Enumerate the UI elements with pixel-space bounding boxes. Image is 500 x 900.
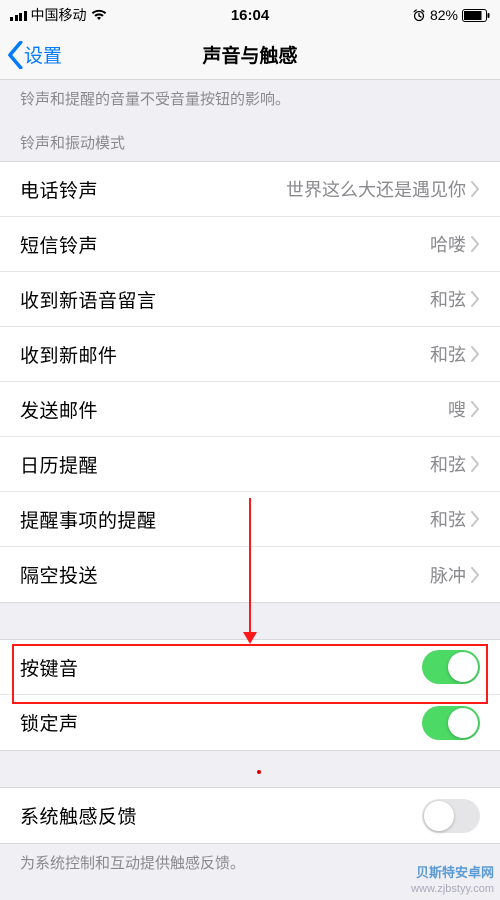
chevron-right-icon [470,511,480,527]
toggle-system-haptics[interactable] [422,799,480,833]
settings-row[interactable]: 短信铃声 哈喽 [0,217,500,272]
row-keyboard-clicks[interactable]: 按键音 [0,640,500,695]
sound-toggle-group: 按键音 锁定声 [0,639,500,751]
settings-row[interactable]: 提醒事项的提醒 和弦 [0,492,500,547]
haptics-group: 系统触感反馈 [0,787,500,844]
chevron-right-icon [470,181,480,197]
row-value: 和弦 [430,341,480,367]
ringtone-group: 电话铃声世界这么大还是遇见你短信铃声哈喽收到新语音留言和弦收到新邮件和弦发送邮件… [0,161,500,603]
settings-row[interactable]: 隔空投送 脉冲 [0,547,500,602]
signal-icon [10,10,27,21]
chevron-right-icon [470,291,480,307]
battery-icon [462,9,490,22]
settings-row[interactable]: 收到新语音留言 和弦 [0,272,500,327]
row-label: 锁定声 [20,709,79,736]
back-label: 设置 [24,41,62,68]
nav-bar: 设置 声音与触感 [0,30,500,80]
chevron-right-icon [470,401,480,417]
row-value: 嗖 [448,396,480,422]
volume-caption: 铃声和提醒的音量不受音量按钮的影响。 [0,80,500,118]
row-value: 和弦 [430,506,480,532]
annotation-dot [257,770,261,774]
chevron-right-icon [470,567,480,583]
status-left: 中国移动 [10,5,107,25]
section-header-ringtones: 铃声和振动模式 [0,118,500,161]
chevron-right-icon [470,236,480,252]
chevron-right-icon [470,346,480,362]
status-bar: 中国移动 16:04 82% [0,0,500,30]
page-title: 声音与触感 [202,41,297,68]
content: 铃声和提醒的音量不受音量按钮的影响。 铃声和振动模式 电话铃声 世界这么大还是遇见… [0,80,500,900]
row-value: 脉冲 [430,562,480,588]
chevron-right-icon [470,456,480,472]
row-label: 系统触感反馈 [20,802,137,829]
row-value: 哈喽 [430,231,480,257]
alarm-icon [412,8,426,22]
row-label: 日历提醒 [20,451,98,478]
watermark-main: 贝斯特安卓网 [411,865,494,882]
toggle-lock-sound[interactable] [422,706,480,740]
row-label: 收到新邮件 [20,341,118,368]
watermark-sub: www.zjbstyy.com [411,882,494,896]
settings-row[interactable]: 电话铃声 世界这么大还是遇见你 [0,162,500,217]
settings-row[interactable]: 收到新邮件 和弦 [0,327,500,382]
wifi-icon [91,9,107,21]
row-label: 发送邮件 [20,396,98,423]
row-label: 按键音 [20,654,79,681]
row-value: 和弦 [430,286,480,312]
settings-row[interactable]: 日历提醒 和弦 [0,437,500,492]
status-time: 16:04 [231,7,269,24]
row-label: 隔空投送 [20,561,98,588]
settings-row[interactable]: 发送邮件 嗖 [0,382,500,437]
battery-pct: 82% [430,7,458,23]
row-system-haptics[interactable]: 系统触感反馈 [0,788,500,843]
row-label: 电话铃声 [20,176,98,203]
row-label: 短信铃声 [20,231,98,258]
status-right: 82% [412,7,490,23]
row-lock-sound[interactable]: 锁定声 [0,695,500,750]
toggle-keyboard-clicks[interactable] [422,650,480,684]
row-value: 和弦 [430,451,480,477]
carrier-label: 中国移动 [31,5,87,25]
chevron-left-icon [6,41,24,69]
row-label: 收到新语音留言 [20,286,157,313]
row-label: 提醒事项的提醒 [20,506,157,533]
back-button[interactable]: 设置 [6,41,62,69]
row-value: 世界这么大还是遇见你 [286,176,480,202]
watermark: 贝斯特安卓网 www.zjbstyy.com [411,865,494,896]
